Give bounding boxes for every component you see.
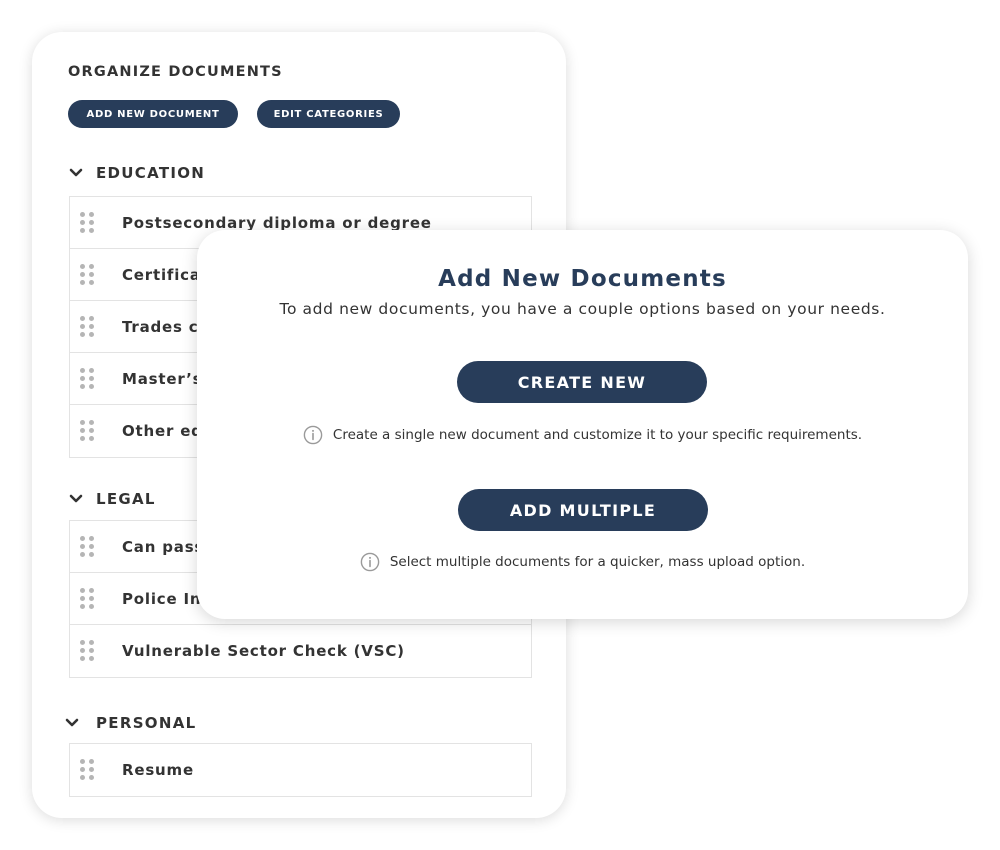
edit-categories-button[interactable]: EDIT CATEGORIES — [257, 100, 400, 128]
hint-text: Select multiple documents for a quicker,… — [389, 554, 806, 570]
document-name: Certifica — [122, 265, 201, 284]
personal-document-list: Resume — [69, 743, 532, 797]
add-new-documents-modal: Add New Documents To add new documents, … — [197, 230, 968, 619]
category-label: PERSONAL — [96, 714, 197, 732]
document-name: Resume — [122, 761, 194, 779]
chevron-down-icon[interactable] — [69, 494, 83, 504]
create-new-button[interactable]: CREATE NEW — [457, 361, 707, 403]
category-label: LEGAL — [96, 490, 156, 508]
info-icon — [303, 425, 323, 445]
drag-handle-icon[interactable] — [80, 263, 94, 286]
document-name: Vulnerable Sector Check (VSC) — [122, 642, 405, 660]
category-label: EDUCATION — [96, 164, 206, 182]
drag-handle-icon[interactable] — [80, 315, 94, 338]
chevron-down-icon[interactable] — [69, 168, 83, 178]
document-name: Trades c — [122, 317, 199, 336]
add-multiple-button[interactable]: ADD MULTIPLE — [458, 489, 708, 531]
drag-handle-icon[interactable] — [80, 587, 94, 610]
hint-text: Create a single new document and customi… — [332, 427, 863, 443]
create-new-hint: Create a single new document and customi… — [197, 425, 968, 445]
document-row[interactable]: Vulnerable Sector Check (VSC) — [70, 625, 531, 677]
modal-subtitle: To add new documents, you have a couple … — [279, 300, 886, 318]
drag-handle-icon[interactable] — [80, 211, 94, 234]
modal-title: Add New Documents — [438, 266, 727, 292]
panel-title: ORGANIZE DOCUMENTS — [68, 64, 283, 80]
document-name: Can pass — [122, 537, 205, 556]
document-name: Master’s — [122, 369, 203, 388]
drag-handle-icon[interactable] — [80, 759, 94, 781]
category-header-legal[interactable]: LEGAL — [69, 490, 156, 508]
document-name: Postsecondary diploma or degree — [122, 213, 432, 232]
drag-handle-icon[interactable] — [80, 535, 94, 558]
drag-handle-icon[interactable] — [80, 640, 94, 662]
category-header-personal[interactable]: PERSONAL — [65, 714, 196, 732]
drag-handle-icon[interactable] — [80, 420, 94, 442]
document-row[interactable]: Resume — [70, 744, 531, 796]
info-icon — [360, 552, 380, 572]
drag-handle-icon[interactable] — [80, 367, 94, 390]
category-header-education[interactable]: EDUCATION — [69, 164, 205, 182]
add-new-document-button[interactable]: ADD NEW DOCUMENT — [68, 100, 238, 128]
chevron-down-icon[interactable] — [65, 718, 79, 728]
add-multiple-hint: Select multiple documents for a quicker,… — [197, 552, 968, 572]
document-name: Other ed — [122, 422, 203, 440]
